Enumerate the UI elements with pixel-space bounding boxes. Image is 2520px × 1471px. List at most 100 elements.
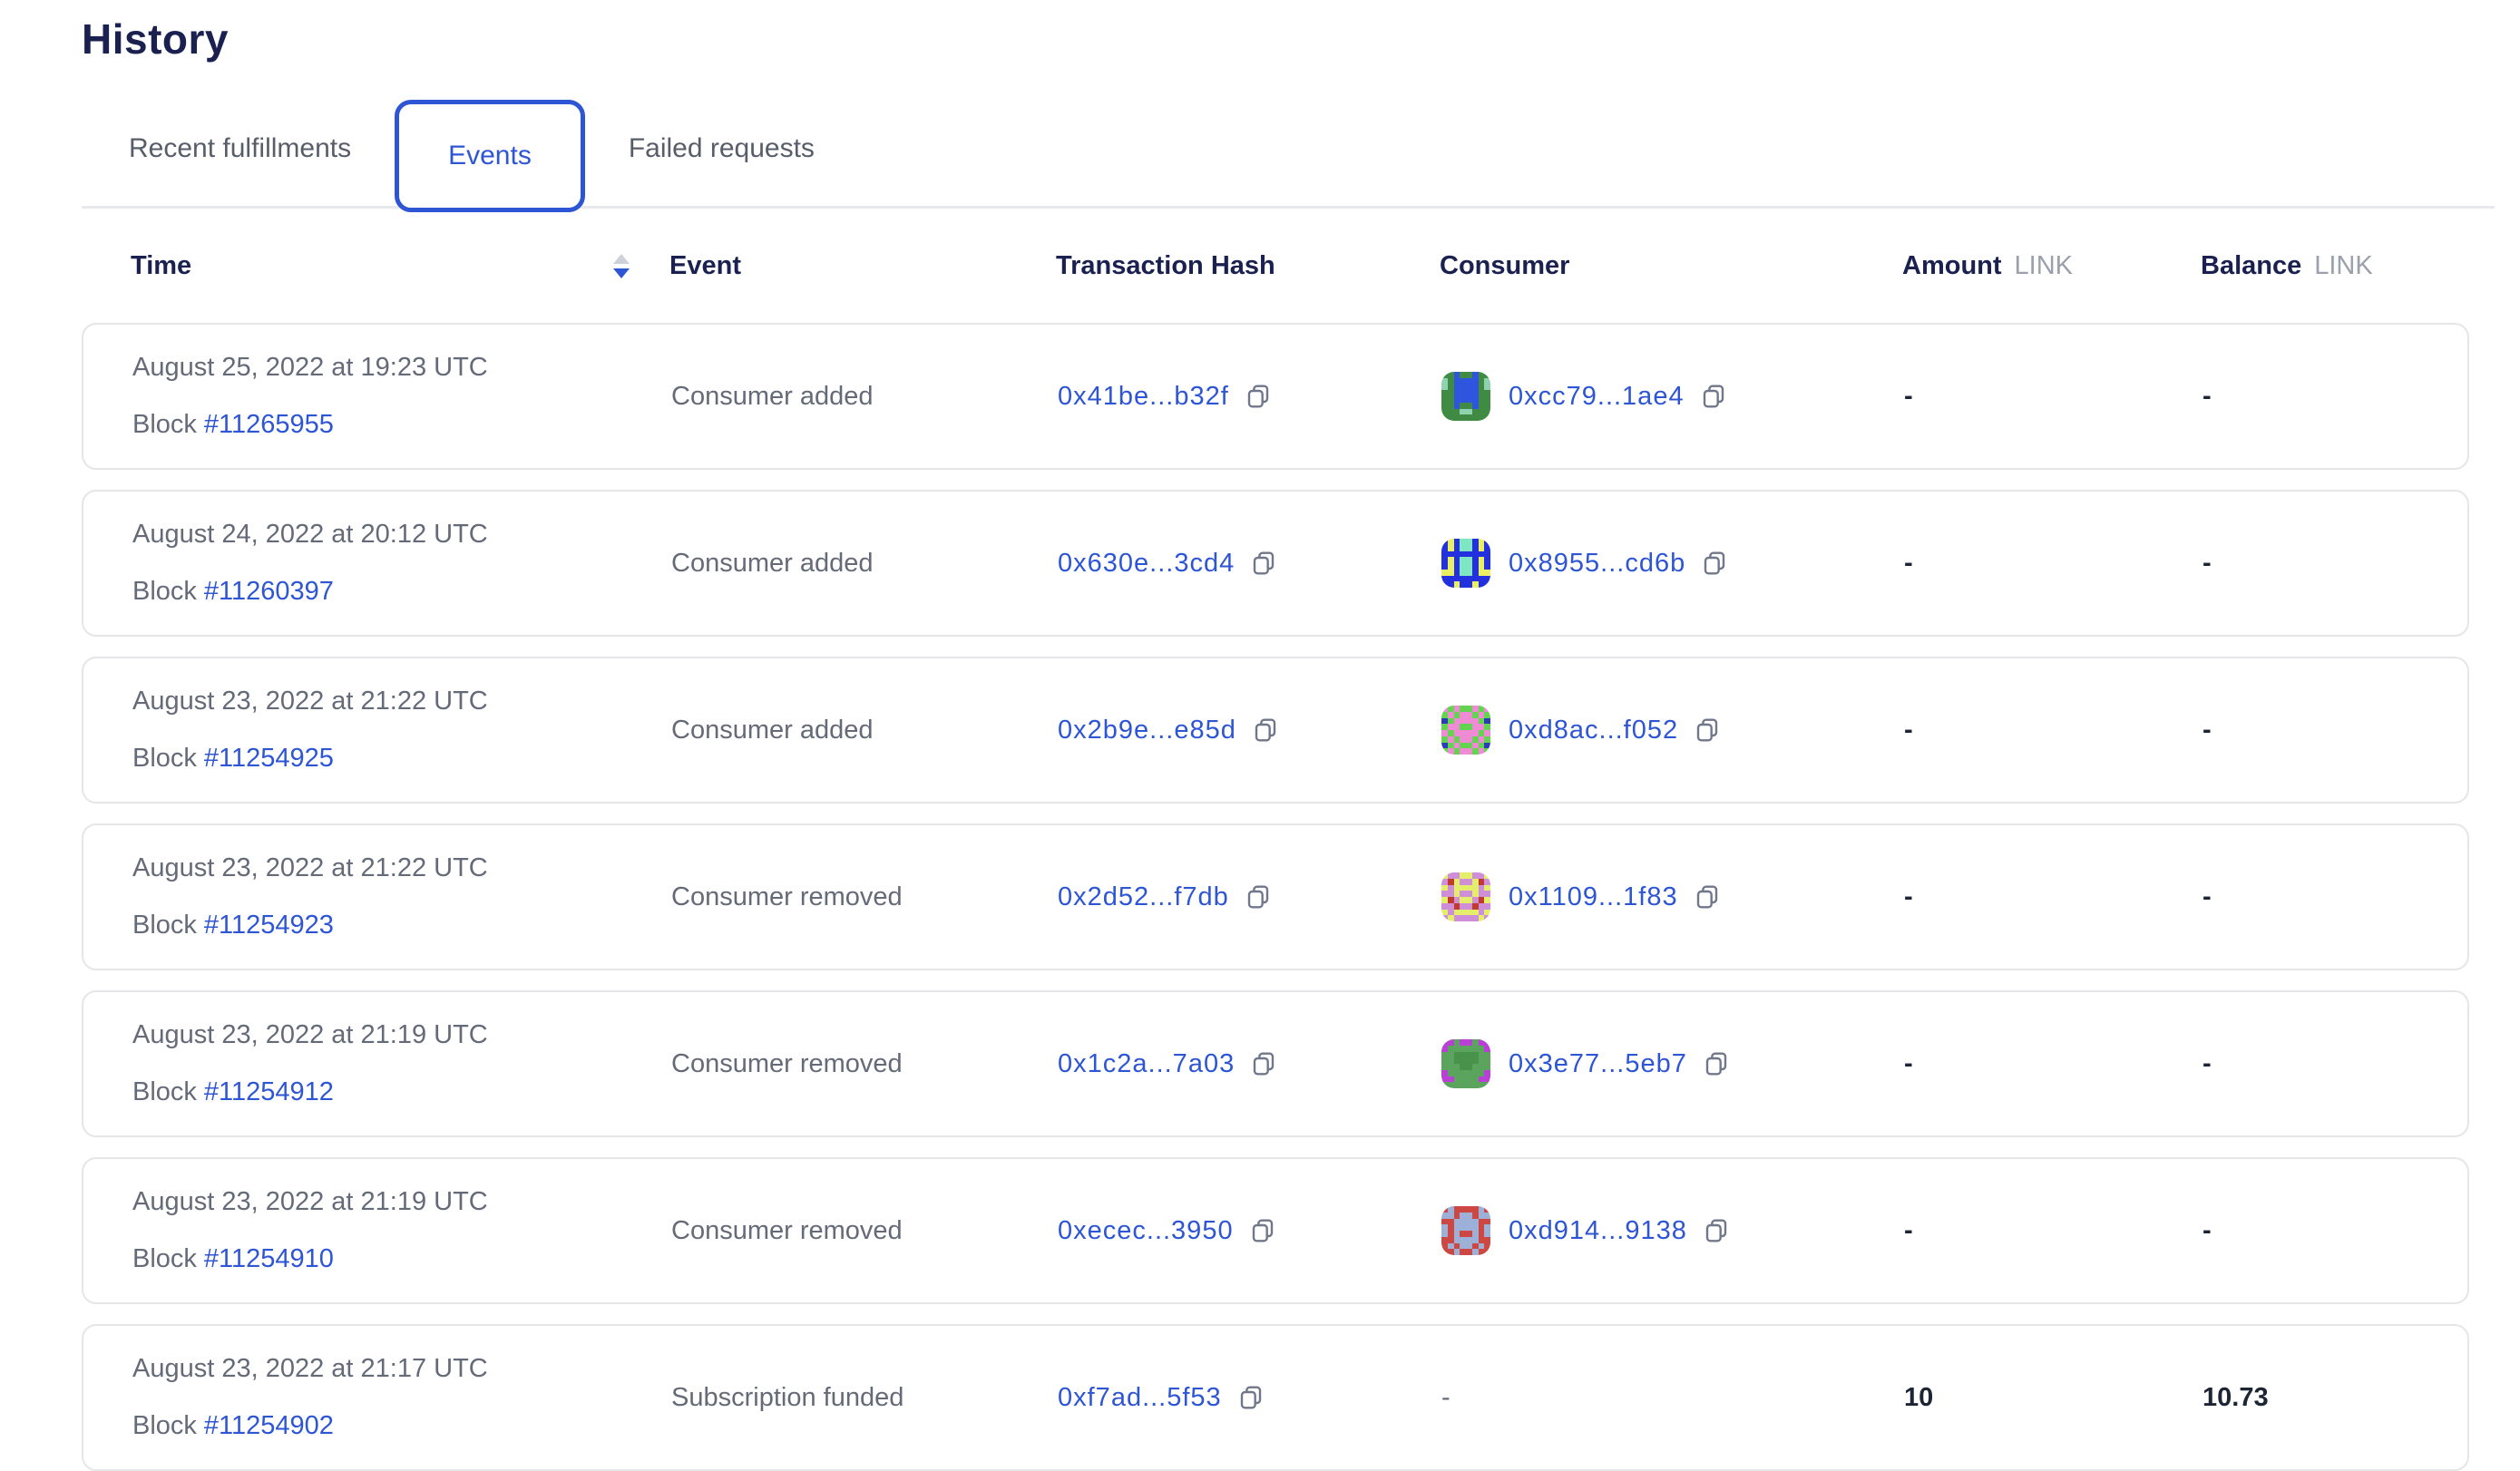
time-cell: August 23, 2022 at 21:17 UTC Block#11254… [132, 1354, 671, 1441]
transaction-hash-cell: 0x2d52...f7db [1058, 882, 1441, 912]
tab-failed-requests[interactable]: Failed requests [629, 133, 815, 164]
copy-icon[interactable] [1700, 549, 1729, 578]
copy-icon[interactable] [1244, 382, 1273, 411]
copy-icon[interactable] [1236, 1383, 1265, 1412]
block-link[interactable]: #11254925 [204, 744, 334, 773]
consumer-empty-value: - [1441, 1383, 1450, 1413]
transaction-hash-cell: 0x41be...b32f [1058, 382, 1441, 412]
event-cell: Consumer removed [671, 1049, 1058, 1079]
consumer-group: 0xcc79...1ae4 [1441, 372, 1728, 421]
block-line: Block#11254925 [132, 744, 671, 774]
transaction-hash-cell: 0x2b9e...e85d [1058, 716, 1441, 745]
column-header-event: Event [669, 251, 1056, 281]
event-date: August 23, 2022 at 21:22 UTC [132, 687, 671, 716]
transaction-hash-link[interactable]: 0x630e...3cd4 [1058, 549, 1235, 579]
consumer-cell: 0xd8ac...f052 [1441, 706, 1904, 755]
balance-unit-label: LINK [2314, 251, 2372, 281]
copy-icon[interactable] [1251, 716, 1280, 745]
transaction-hash-link[interactable]: 0x41be...b32f [1058, 382, 1229, 412]
transaction-hash-cell: 0xf7ad...5f53 [1058, 1383, 1441, 1413]
consumer-group: 0x1109...1f83 [1441, 872, 1722, 921]
consumer-address-link[interactable]: 0x8955...cd6b [1509, 549, 1685, 579]
block-line: Block#11254910 [132, 1244, 671, 1274]
event-date: August 23, 2022 at 21:19 UTC [132, 1020, 671, 1050]
consumer-address-link[interactable]: 0xd8ac...f052 [1509, 716, 1678, 745]
amount-value: 10 [1904, 1383, 2203, 1413]
block-link[interactable]: #11254910 [204, 1244, 334, 1273]
consumer-address-link[interactable]: 0x3e77...5eb7 [1509, 1049, 1687, 1079]
block-label: Block [132, 911, 197, 940]
consumer-group: 0x3e77...5eb7 [1441, 1039, 1731, 1088]
block-label: Block [132, 1077, 197, 1106]
block-line: Block#11260397 [132, 577, 671, 607]
consumer-address-link[interactable]: 0xcc79...1ae4 [1509, 382, 1685, 412]
sort-down-arrow [613, 268, 630, 278]
balance-value: - [2203, 1049, 2467, 1079]
block-label: Block [132, 410, 197, 439]
balance-value: - [2203, 382, 2467, 412]
transaction-hash-cell: 0x630e...3cd4 [1058, 549, 1441, 579]
column-header-consumer: Consumer [1440, 251, 1902, 281]
copy-icon[interactable] [1693, 882, 1722, 911]
block-line: Block#11254912 [132, 1077, 671, 1107]
consumer-identicon [1441, 1206, 1490, 1255]
block-link[interactable]: #11265955 [204, 410, 334, 439]
consumer-address-link[interactable]: 0xd914...9138 [1509, 1216, 1687, 1246]
transaction-hash-link[interactable]: 0xecec...3950 [1058, 1216, 1234, 1246]
column-header-amount: Amount LINK [1902, 251, 2201, 281]
amount-value: - [1904, 382, 2203, 412]
block-label: Block [132, 1411, 197, 1440]
block-link[interactable]: #11254912 [204, 1077, 334, 1106]
copy-icon[interactable] [1702, 1049, 1731, 1078]
event-cell: Consumer removed [671, 882, 1058, 912]
consumer-address-link[interactable]: 0x1109...1f83 [1509, 882, 1678, 912]
copy-icon[interactable] [1702, 1216, 1731, 1245]
copy-icon[interactable] [1249, 549, 1278, 578]
transaction-hash-cell: 0x1c2a...7a03 [1058, 1049, 1441, 1079]
amount-value: - [1904, 1216, 2203, 1246]
consumer-group: 0xd8ac...f052 [1441, 706, 1722, 755]
tab-bar: Recent fulfillments Events Failed reques… [82, 91, 2495, 209]
time-cell: August 23, 2022 at 21:22 UTC Block#11254… [132, 687, 671, 774]
tab-events[interactable]: Events [395, 100, 585, 212]
amount-value: - [1904, 1049, 2203, 1079]
transaction-hash-link[interactable]: 0xf7ad...5f53 [1058, 1383, 1222, 1413]
block-label: Block [132, 1244, 197, 1273]
table-row: August 25, 2022 at 19:23 UTC Block#11265… [82, 323, 2469, 470]
event-date: August 23, 2022 at 21:17 UTC [132, 1354, 671, 1384]
consumer-cell: - [1441, 1383, 1904, 1413]
column-header-time[interactable]: Time [131, 251, 669, 281]
balance-value: 10.73 [2203, 1383, 2467, 1413]
event-cell: Consumer removed [671, 1216, 1058, 1246]
balance-value: - [2203, 1216, 2467, 1246]
consumer-identicon [1441, 539, 1490, 588]
event-date: August 24, 2022 at 20:12 UTC [132, 520, 671, 550]
event-cell: Consumer added [671, 549, 1058, 579]
transaction-hash-link[interactable]: 0x1c2a...7a03 [1058, 1049, 1235, 1079]
copy-icon[interactable] [1249, 1049, 1278, 1078]
copy-icon[interactable] [1693, 716, 1722, 745]
copy-icon[interactable] [1699, 382, 1728, 411]
block-label: Block [132, 744, 197, 773]
block-link[interactable]: #11254923 [204, 911, 334, 940]
tab-recent-fulfillments[interactable]: Recent fulfillments [129, 133, 351, 164]
copy-icon[interactable] [1244, 882, 1273, 911]
copy-icon[interactable] [1248, 1216, 1277, 1245]
time-cell: August 25, 2022 at 19:23 UTC Block#11265… [132, 353, 671, 440]
block-link[interactable]: #11254902 [204, 1411, 334, 1440]
sort-desc-icon[interactable] [613, 254, 630, 278]
table-row: August 23, 2022 at 21:19 UTC Block#11254… [82, 1157, 2469, 1304]
table-row: August 23, 2022 at 21:22 UTC Block#11254… [82, 657, 2469, 804]
transaction-hash-link[interactable]: 0x2d52...f7db [1058, 882, 1229, 912]
block-link[interactable]: #11260397 [204, 577, 334, 606]
amount-value: - [1904, 882, 2203, 912]
column-header-balance: Balance LINK [2201, 251, 2469, 281]
balance-value: - [2203, 549, 2467, 579]
consumer-cell: 0x8955...cd6b [1441, 539, 1904, 588]
transaction-hash-link[interactable]: 0x2b9e...e85d [1058, 716, 1236, 745]
consumer-identicon [1441, 1039, 1490, 1088]
table-row: August 23, 2022 at 21:22 UTC Block#11254… [82, 823, 2469, 970]
transaction-hash-cell: 0xecec...3950 [1058, 1216, 1441, 1246]
consumer-identicon [1441, 872, 1490, 921]
amount-value: - [1904, 716, 2203, 745]
